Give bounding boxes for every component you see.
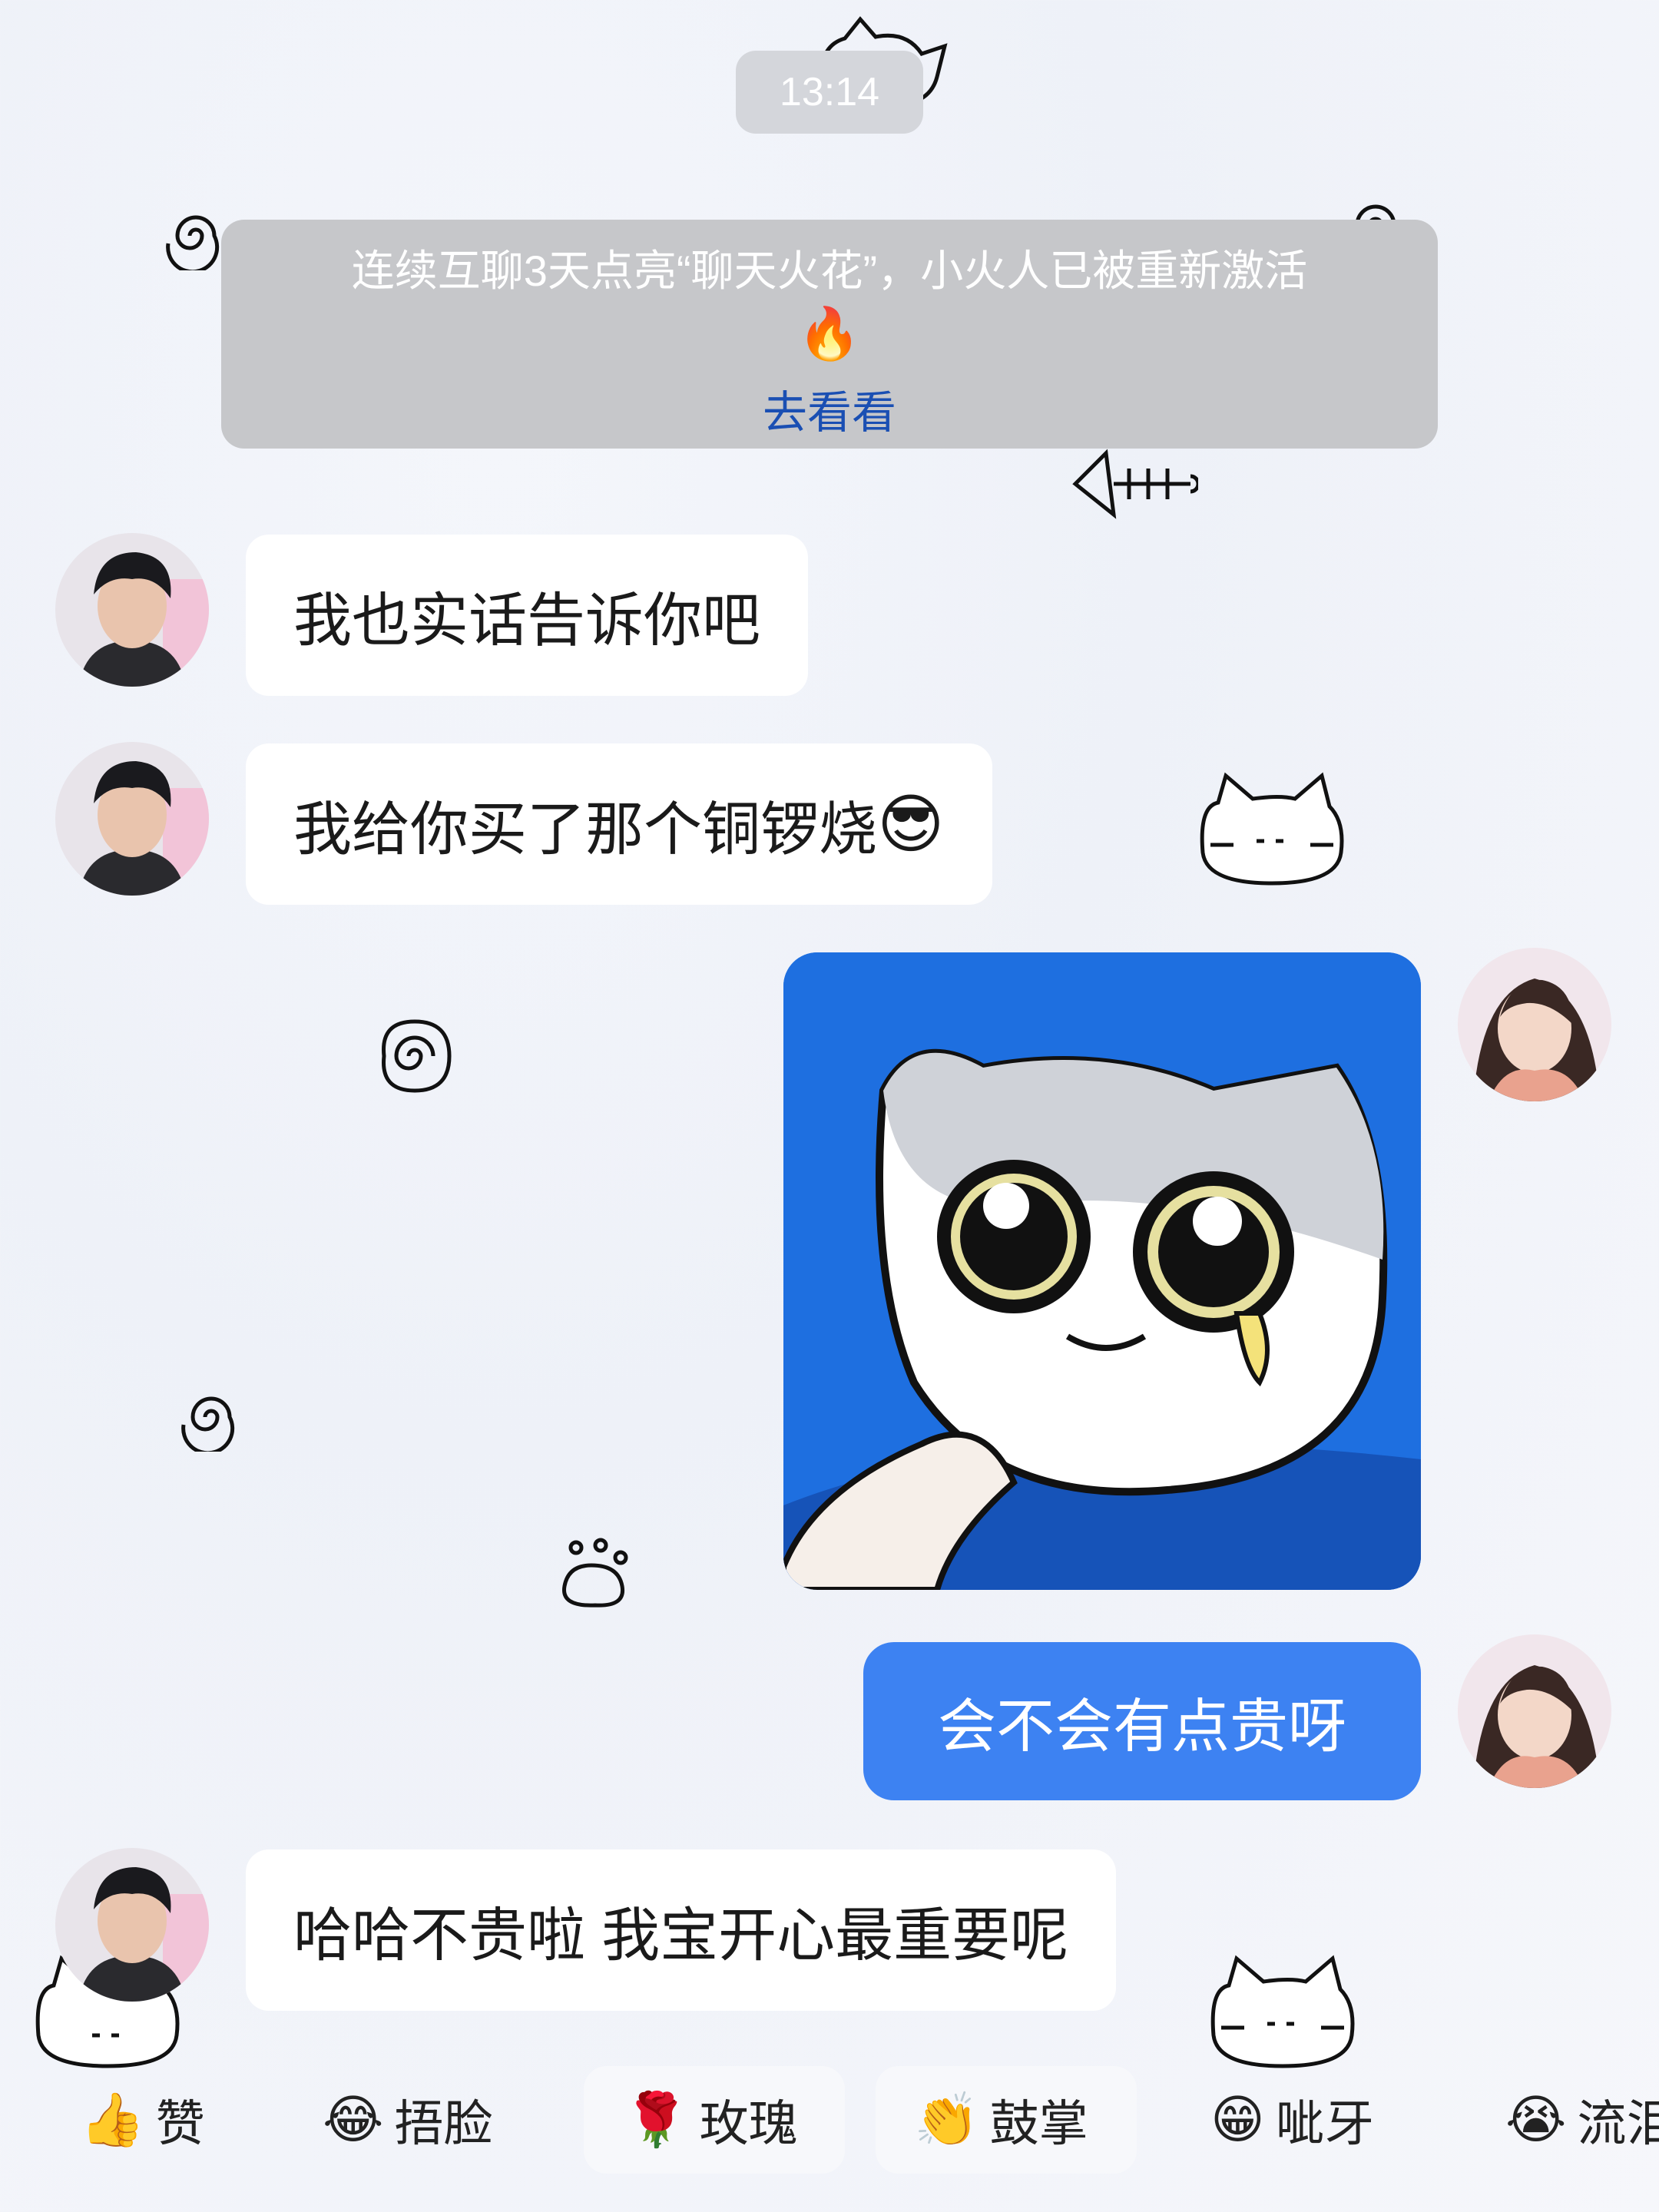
reaction-tears[interactable]: 😭 流泪 xyxy=(1505,2066,1659,2174)
message-text: 哈哈不贵啦 我宝开心最重要呢 xyxy=(293,1903,1069,1969)
contact-avatar[interactable] xyxy=(55,533,209,687)
fishbone-doodle xyxy=(1072,449,1198,519)
reaction-label: 捂脸 xyxy=(394,2096,493,2151)
crying-cat-sticker[interactable] xyxy=(783,952,1421,1590)
quick-reaction-bar: 👍 赞 😂 捂脸 🌹 玫瑰 👏 鼓掌 😁 呲牙 😭 流泪 xyxy=(0,2066,1659,2174)
contact-avatar[interactable] xyxy=(55,1848,209,2002)
reaction-label: 赞 xyxy=(155,2096,205,2151)
contact-avatar[interactable] xyxy=(55,742,209,896)
swirl-doodle xyxy=(382,1019,452,1093)
grin-icon: 😁 xyxy=(1210,2090,1265,2149)
cat-doodle xyxy=(1200,772,1344,886)
reaction-grin[interactable]: 😁 呲牙 xyxy=(1210,2066,1374,2174)
paw-doodle xyxy=(562,1538,628,1608)
timestamp: 13:14 xyxy=(736,51,923,134)
reaction-label: 流泪 xyxy=(1577,2096,1659,2151)
reaction-clap[interactable]: 👏 鼓掌 xyxy=(914,2066,1088,2174)
reaction-rose[interactable]: 🌹 玫瑰 xyxy=(624,2066,798,2174)
fire-icon: 🔥 xyxy=(797,305,862,362)
message-text: 我也实话告诉你吧 xyxy=(293,588,760,654)
message-text: 会不会有点贵呀 xyxy=(938,1694,1346,1760)
message-text: 我给你买了那个铜锣烧 xyxy=(293,797,877,863)
reaction-facepalm[interactable]: 😂 捂脸 xyxy=(323,2066,492,2174)
notice-text: 连续互聊3天点亮“聊天火花”，小火人已被重新激活 xyxy=(351,247,1308,295)
swirl-doodle xyxy=(181,1396,235,1452)
rose-icon: 🌹 xyxy=(624,2091,689,2149)
clap-icon: 👏 xyxy=(914,2091,979,2149)
chat-spark-notice: 连续互聊3天点亮“聊天火花”，小火人已被重新激活 🔥 去看看 xyxy=(221,220,1438,449)
outgoing-message[interactable]: 会不会有点贵呀 xyxy=(863,1642,1421,1800)
swirl-doodle xyxy=(166,215,220,270)
incoming-message[interactable]: 我给你买了那个铜锣烧 😎 xyxy=(246,743,992,905)
reaction-label: 玫瑰 xyxy=(699,2096,798,2151)
my-avatar[interactable] xyxy=(1458,1634,1611,1788)
incoming-message[interactable]: 哈哈不贵啦 我宝开心最重要呢 xyxy=(246,1849,1117,2011)
reaction-label: 鼓掌 xyxy=(989,2096,1088,2151)
reaction-like[interactable]: 👍 赞 xyxy=(80,2066,205,2174)
incoming-message[interactable]: 我也实话告诉你吧 xyxy=(246,535,808,696)
crying-icon: 😭 xyxy=(1505,2090,1567,2149)
my-avatar[interactable] xyxy=(1458,948,1611,1101)
laugh-cry-icon: 😂 xyxy=(323,2090,384,2149)
reaction-label: 呲牙 xyxy=(1275,2096,1374,2151)
thumbs-up-icon: 👍 xyxy=(80,2091,145,2149)
cat-doodle xyxy=(1210,1955,1355,2068)
go-see-link[interactable]: 去看看 xyxy=(221,376,1438,441)
sunglasses-emoji-icon: 😎 xyxy=(877,788,945,860)
